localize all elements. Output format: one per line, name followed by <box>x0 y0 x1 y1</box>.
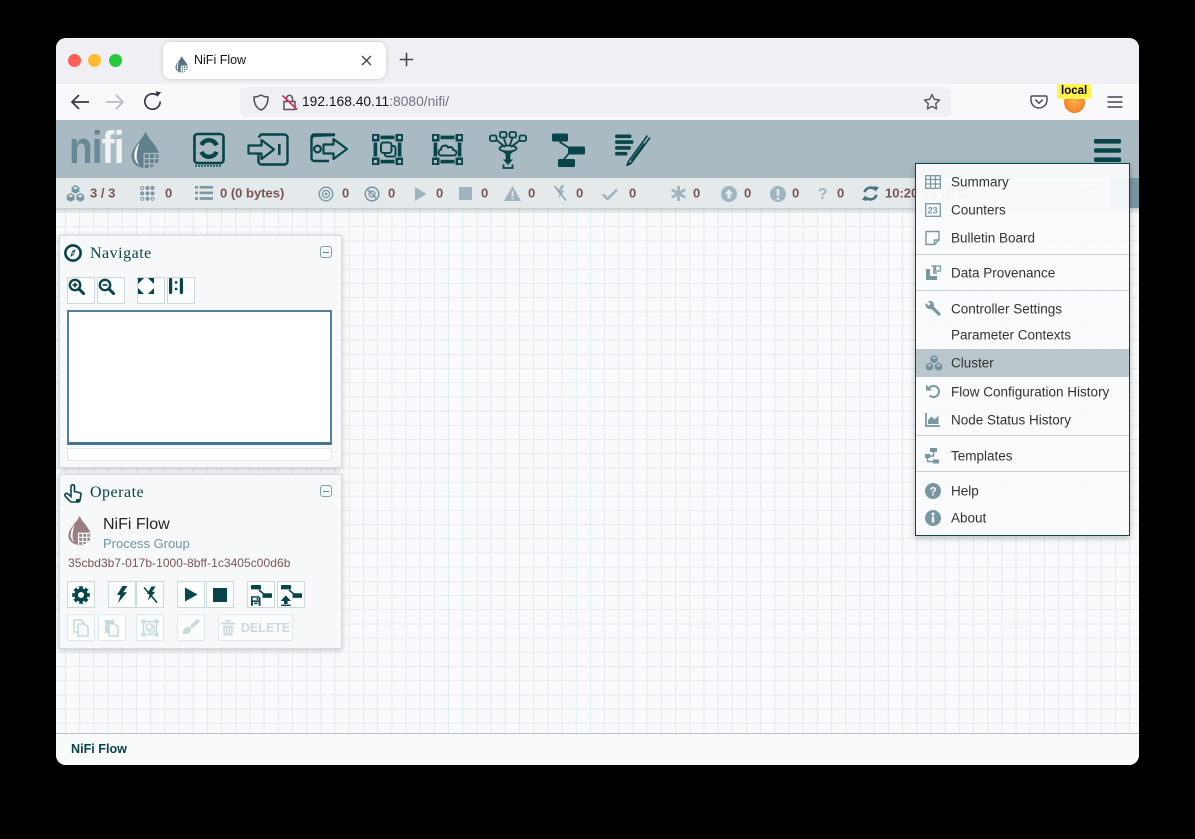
svg-text:23: 23 <box>928 205 938 215</box>
svg-text:?: ? <box>930 486 937 498</box>
svg-text:?: ? <box>818 186 827 202</box>
